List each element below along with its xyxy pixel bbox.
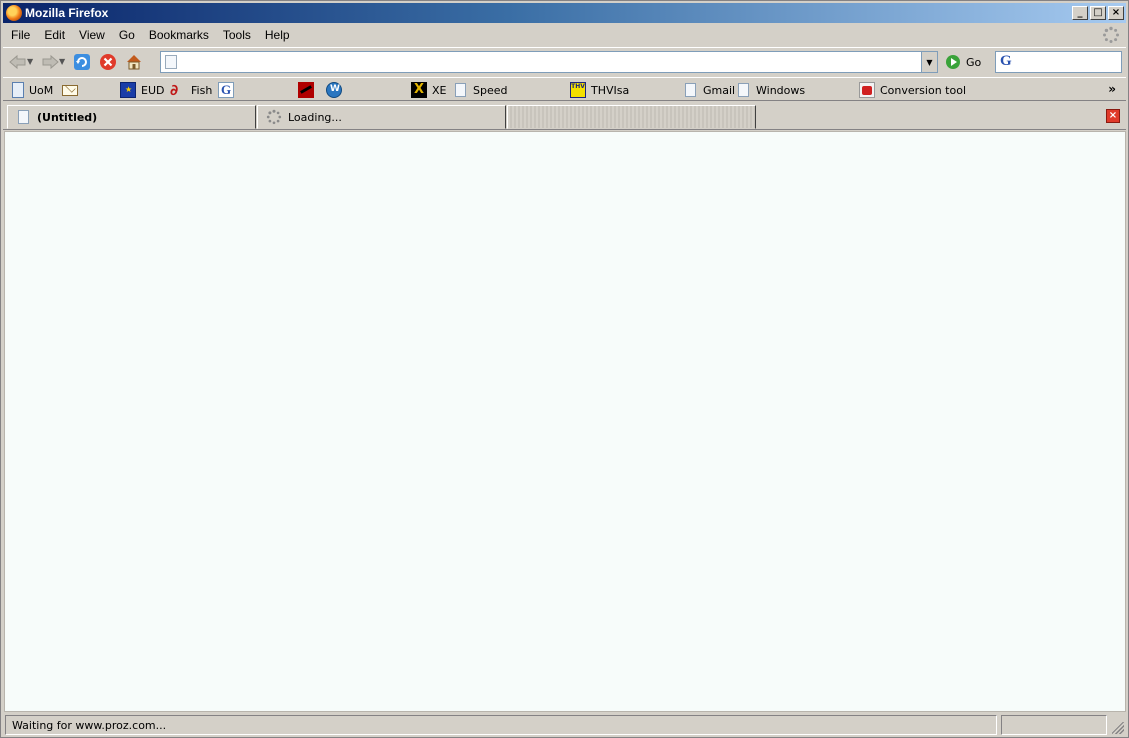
loading-spinner-icon [266,109,282,125]
tab-bar: (Untitled) Loading... × [3,103,1126,130]
eu-flag-icon [120,82,136,98]
reload-button[interactable] [71,51,93,73]
google-icon: G [218,82,234,98]
bookmark-conversion-tool[interactable]: Conversion tool [859,81,966,99]
minimize-button[interactable]: _ [1072,6,1088,20]
tab-untitled[interactable]: (Untitled) [7,105,256,129]
status-text: Waiting for www.proz.com... [5,715,997,735]
status-bar: Waiting for www.proz.com... [3,714,1126,736]
thv-icon: THV [570,82,586,98]
site-page-icon [165,55,177,69]
close-button[interactable]: × [1108,6,1124,20]
bookmark-mail[interactable] [62,81,78,99]
stop-icon [100,53,116,70]
bookmark-eud[interactable]: EUD [120,81,164,99]
bookmark-label: EUD [141,83,165,97]
conversion-icon [859,82,875,98]
bookmark-speed[interactable]: Speed [453,81,507,99]
resize-grip-icon[interactable] [1112,722,1124,734]
bookmark-wordpress[interactable] [326,81,342,99]
wordpress-icon [326,82,342,98]
bookmark-fish[interactable]: ∂ Fish [170,81,212,99]
bookmark-label: Conversion tool [880,83,966,97]
tab-blank[interactable] [507,105,756,129]
menu-go[interactable]: Go [111,28,141,42]
bookmark-windows[interactable]: Windows [736,81,805,99]
page-icon [738,83,749,97]
maximize-button[interactable]: □ [1090,6,1106,20]
menu-bar: File Edit View Go Bookmarks Tools Help [3,25,1126,45]
xe-icon: X [411,82,427,98]
menu-view[interactable]: View [71,28,111,42]
bookmark-label: Fish [191,83,213,97]
home-icon [127,54,141,69]
bookmark-label: XE [432,83,447,97]
mail-icon [62,84,78,96]
tab-label: Loading... [288,110,342,124]
url-input[interactable] [183,54,913,70]
tab-label: (Untitled) [37,110,98,124]
bookmark-thvisa[interactable]: THV THVIsa [570,81,629,99]
fish-icon: ∂ [170,81,179,99]
bookmarks-toolbar: UoM EUD ∂ Fish G X XE Speed [3,77,1126,101]
tab-loading[interactable]: Loading... [257,105,506,129]
search-engine-icon[interactable]: G [996,53,1016,71]
back-button[interactable] [7,51,29,73]
bookmark-label: THVIsa [591,83,630,97]
bookmark-acrobat[interactable] [298,81,314,99]
go-button[interactable]: Go [946,52,981,72]
menu-bookmarks[interactable]: Bookmarks [141,28,215,42]
bookmark-label: Windows [756,83,806,97]
bookmark-uom[interactable]: UoM [12,81,53,99]
stop-button[interactable] [97,51,119,73]
menu-help[interactable]: Help [257,28,296,42]
page-icon [455,83,466,97]
close-tab-button[interactable]: × [1106,109,1120,123]
uom-icon [12,82,24,98]
status-panel [1001,715,1107,735]
search-bar[interactable]: G [995,51,1122,73]
reload-icon [74,53,90,70]
go-arrow-icon [946,55,960,69]
bookmarks-overflow-chevron-icon[interactable]: » [1108,82,1116,96]
title-bar[interactable]: Mozilla Firefox _ □ × [3,3,1126,23]
back-arrow-icon [9,54,26,69]
forward-arrow-icon [42,54,59,69]
browser-window: Mozilla Firefox _ □ × File Edit View Go … [0,0,1129,738]
forward-history-dropdown[interactable]: ▼ [59,57,67,66]
window-title: Mozilla Firefox [25,6,109,20]
navigation-toolbar: ▼ ▼ ▼ Go G [3,47,1126,75]
page-icon [18,110,29,124]
firefox-logo-icon [6,5,22,21]
page-icon [685,83,696,97]
menu-edit[interactable]: Edit [36,28,71,42]
acrobat-icon [298,82,314,98]
home-button[interactable] [123,51,145,73]
menu-file[interactable]: File [3,28,36,42]
url-bar[interactable]: ▼ [160,51,938,73]
page-content-area[interactable] [4,131,1126,712]
forward-button[interactable] [39,51,61,73]
menu-tools[interactable]: Tools [215,28,257,42]
bookmark-gmail[interactable]: Gmail [683,81,735,99]
bookmark-label: UoM [29,83,54,97]
url-dropdown-button[interactable]: ▼ [921,52,937,72]
go-label: Go [966,55,982,69]
back-history-dropdown[interactable]: ▼ [27,57,35,66]
throbber-icon [1103,26,1119,43]
bookmark-google[interactable]: G [218,81,234,99]
bookmark-label: Speed [473,83,508,97]
search-input[interactable] [1016,56,1116,68]
bookmark-label: Gmail [703,83,736,97]
bookmark-xe[interactable]: X XE [411,81,447,99]
